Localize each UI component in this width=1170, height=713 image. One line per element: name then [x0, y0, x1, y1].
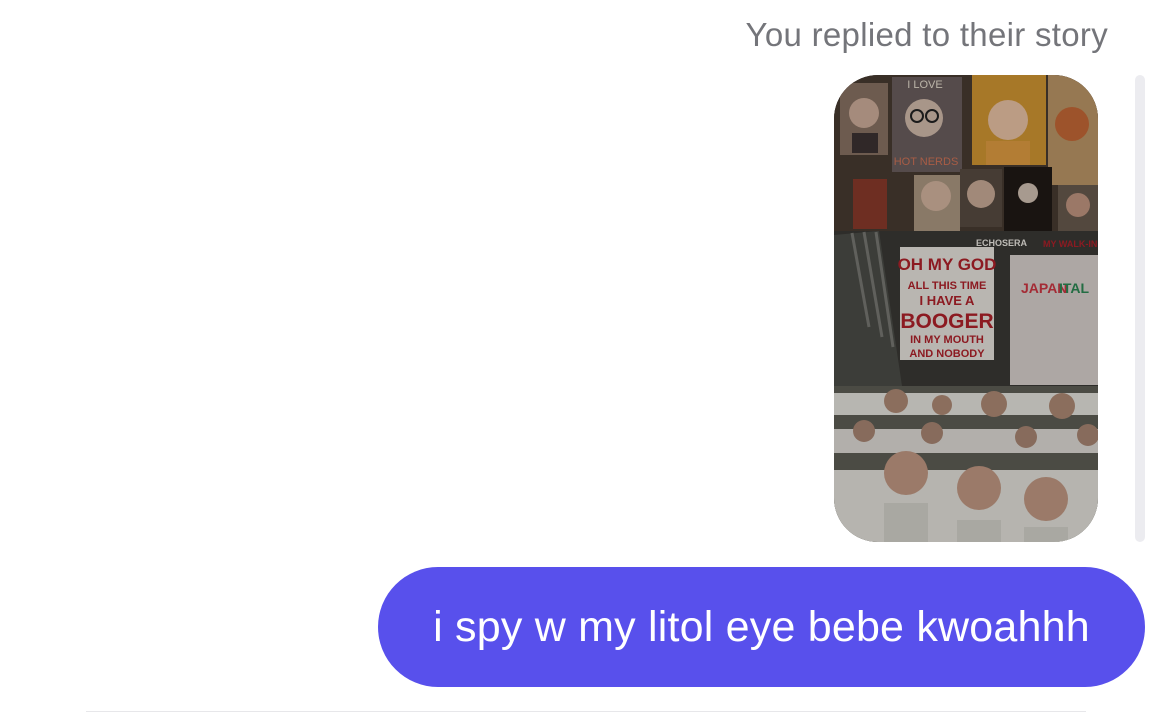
story-reply-label: You replied to their story: [745, 16, 1108, 53]
thread-divider: [86, 711, 1086, 712]
story-dim-overlay: [834, 75, 1098, 542]
message-bubble-outgoing[interactable]: i spy w my litol eye bebe kwoahhh: [378, 567, 1145, 687]
reply-indicator-bar: [1135, 75, 1145, 542]
message-text: i spy w my litol eye bebe kwoahhh: [433, 602, 1090, 651]
story-thumbnail[interactable]: I LOVE HOT NERDS OH MY GOD ALL THIS TIME…: [834, 75, 1098, 542]
